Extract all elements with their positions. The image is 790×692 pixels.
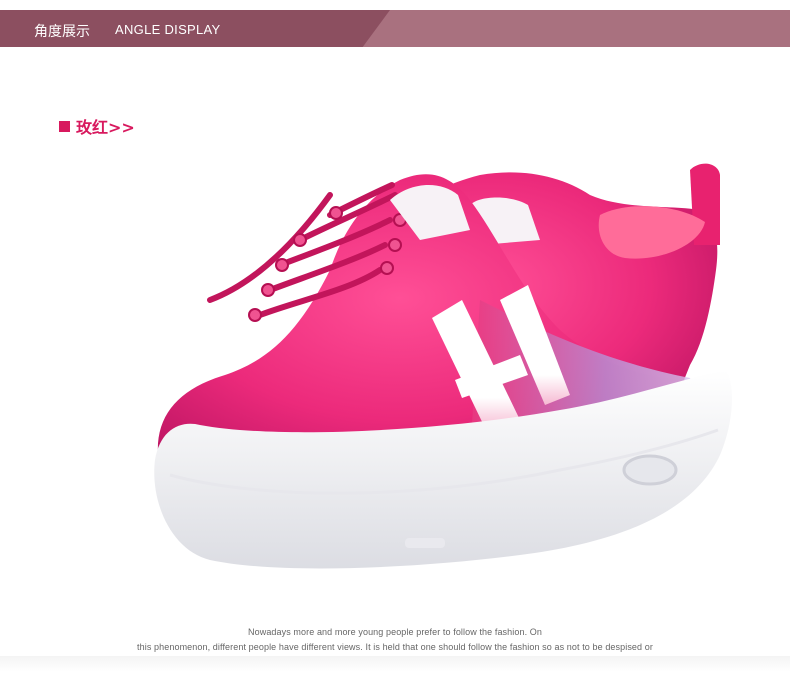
- color-swatch: [59, 120, 70, 132]
- sole-logo: [405, 538, 445, 548]
- product-image: [154, 163, 732, 569]
- caption-line-1: Nowadays more and more young people pref…: [248, 627, 542, 637]
- footer-fade: [0, 656, 790, 672]
- front-air-cushion: [622, 454, 678, 486]
- caption-line-2: this phenomenon, different people have d…: [137, 642, 653, 652]
- color-name: 玫红>>: [76, 118, 135, 137]
- color-option-label: 玫红>>: [59, 114, 135, 138]
